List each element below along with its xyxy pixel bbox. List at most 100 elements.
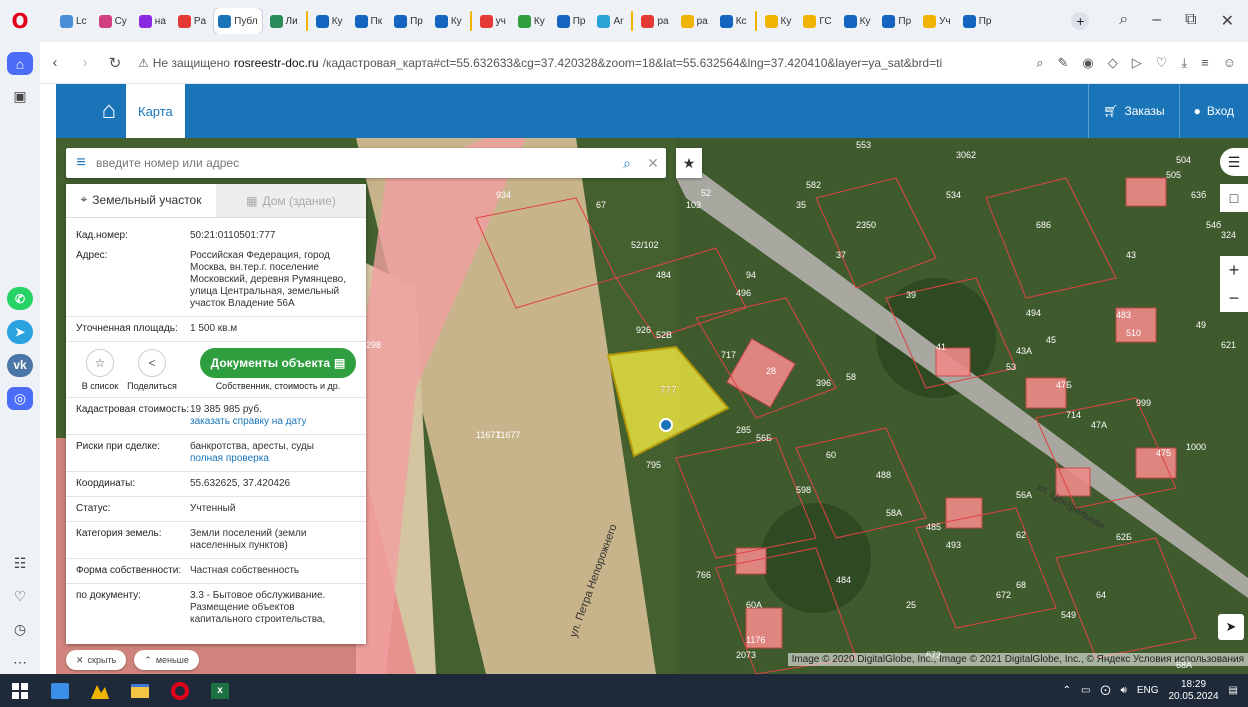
browser-tab[interactable]: Пк — [351, 8, 387, 34]
field-label: Кад.номер: — [76, 230, 128, 241]
heart-icon[interactable]: ♡ — [1156, 55, 1168, 71]
browser-tab[interactable]: Cy — [95, 8, 131, 34]
site-home-icon[interactable]: ⌂ — [56, 84, 126, 138]
browser-tab[interactable]: Pa — [174, 8, 210, 34]
cadastral-map[interactable]: 93452Б671035252/1024849449692652В7172839… — [56, 138, 1248, 674]
profile-icon[interactable]: ☺ — [1223, 55, 1236, 71]
tab-label: Уч — [939, 15, 951, 27]
browser-tab[interactable]: Ли — [266, 8, 302, 34]
clock[interactable]: 18:29 20.05.2024 — [1168, 679, 1218, 703]
browser-tab[interactable]: уч — [476, 8, 510, 34]
favorites-icon[interactable]: ♡ — [7, 585, 33, 608]
chevron-up-icon[interactable]: ⌃ — [1063, 685, 1071, 696]
star-icon[interactable]: ★ — [676, 148, 702, 178]
add-to-list-button[interactable]: ☆ В список — [74, 348, 126, 391]
browser-tab[interactable]: Lc — [56, 8, 91, 34]
forward-icon[interactable]: › — [70, 54, 100, 71]
to-list-label: В список — [81, 380, 119, 391]
chart-app-icon[interactable] — [80, 674, 120, 707]
layers-icon[interactable]: ☰ — [1220, 148, 1248, 176]
browser-tab[interactable]: Ку — [312, 8, 347, 34]
restore-icon[interactable]: ⧉ — [1185, 11, 1196, 31]
workspace-icon[interactable]: ▣ — [7, 85, 33, 108]
search-tabs-icon[interactable]: ⌕ — [1119, 11, 1128, 31]
browser-tab[interactable]: Пр — [878, 8, 915, 34]
back-icon[interactable]: ‹ — [40, 54, 70, 71]
browser-tab[interactable]: Пр — [959, 8, 996, 34]
field-label: Адрес: — [76, 250, 108, 261]
edit-icon[interactable]: ✎ — [1057, 55, 1068, 71]
close-icon[interactable]: ✕ — [1221, 11, 1234, 31]
tab-land-plot[interactable]: ⌖ Земельный участок — [66, 184, 216, 217]
browser-tab[interactable]: Ку — [761, 8, 796, 34]
minimize-icon[interactable]: – — [1152, 11, 1161, 31]
tab-house[interactable]: ▦ Дом (здание) — [216, 184, 366, 217]
browser-tab[interactable]: Пр — [553, 8, 590, 34]
telegram-icon[interactable]: ➤ — [7, 320, 33, 344]
browser-tab[interactable]: Ку — [514, 8, 549, 34]
menu-icon[interactable]: ≡ — [66, 154, 96, 172]
browser-tab[interactable]: ГС — [799, 8, 835, 34]
wifi-icon[interactable]: ⨀ — [1101, 685, 1111, 696]
close-icon[interactable]: ✕ — [640, 155, 666, 172]
hide-panel-button[interactable]: ✕ скрыть — [66, 650, 127, 670]
search-icon[interactable]: ⌕ — [614, 155, 640, 172]
browser-tab[interactable]: ра — [677, 8, 712, 34]
panel-toggle-buttons: ✕ скрыть ⌃ меньше — [66, 650, 199, 670]
zoom-in-icon[interactable]: + — [1220, 256, 1248, 284]
cadastral-number[interactable]: 50:21:0110501:777 — [190, 230, 356, 242]
parcel-number: 510 — [1126, 328, 1141, 338]
browser-tab[interactable]: Уч — [919, 8, 955, 34]
fullscreen-icon[interactable]: □ — [1220, 184, 1248, 212]
camera-icon[interactable]: ◉ — [1082, 55, 1093, 71]
browser-tab[interactable]: Кс — [716, 8, 751, 34]
network-app-icon[interactable] — [40, 674, 80, 707]
zoom-out-icon[interactable]: − — [1220, 284, 1248, 312]
start-icon[interactable] — [0, 674, 40, 707]
locate-icon[interactable]: ➤ — [1218, 614, 1244, 640]
nav-map-tab[interactable]: Карта — [126, 84, 185, 138]
order-certificate-link[interactable]: заказать справку на дату — [190, 416, 307, 427]
browser-tab[interactable]: Ку — [431, 8, 466, 34]
browser-tab[interactable]: Публ — [214, 8, 262, 34]
download-icon[interactable]: ⤓ — [1181, 55, 1187, 71]
opera-logo-icon[interactable]: O — [0, 0, 40, 42]
search-icon[interactable]: ⌕ — [1036, 55, 1043, 71]
collapse-panel-button[interactable]: ⌃ меньше — [134, 650, 199, 670]
opera-taskbar-icon[interactable] — [160, 674, 200, 707]
menu-icon[interactable]: ≡ — [1201, 55, 1209, 71]
search-input[interactable] — [96, 156, 614, 170]
tab-favicon-icon — [218, 14, 232, 28]
home-icon[interactable]: ⌂ — [7, 52, 33, 76]
browser-tab[interactable]: Ar — [593, 8, 627, 34]
new-tab-button[interactable]: + — [1071, 12, 1090, 30]
parcel-number: 53 — [1006, 362, 1016, 372]
close-icon: ✕ — [76, 654, 84, 665]
object-documents-button[interactable]: Документы объекта ▤ — [200, 348, 356, 378]
orders-button[interactable]: 🛒︎ Заказы — [1088, 84, 1178, 138]
full-check-link[interactable]: полная проверка — [190, 453, 269, 464]
share-button[interactable]: < Поделиться — [126, 348, 178, 391]
play-icon[interactable]: ▷ — [1132, 55, 1142, 71]
reload-icon[interactable]: ↻ — [100, 54, 130, 72]
volume-icon[interactable]: 🔊︎ — [1121, 685, 1127, 696]
url-field[interactable]: ⚠ Не защищено rosreestr-doc.ru/кадастров… — [130, 56, 1036, 70]
vk-icon[interactable]: vk — [7, 353, 33, 377]
notifications-icon[interactable]: ▤ — [1229, 685, 1238, 696]
history-icon[interactable]: ◷ — [7, 618, 33, 641]
more-icon[interactable]: ⋯ — [7, 651, 33, 674]
aria-icon[interactable]: ◎ — [7, 386, 33, 410]
browser-tab[interactable]: на — [135, 8, 170, 34]
language-indicator[interactable]: ENG — [1137, 685, 1159, 696]
browser-tab[interactable]: Пр — [390, 8, 427, 34]
login-button[interactable]: ● Вход — [1178, 84, 1248, 138]
file-explorer-icon[interactable] — [120, 674, 160, 707]
whatsapp-icon[interactable]: ✆ — [7, 287, 33, 311]
browser-tab[interactable]: Ку — [840, 8, 875, 34]
excel-icon[interactable]: x — [200, 674, 240, 707]
shield-icon[interactable]: ◇ — [1108, 55, 1118, 71]
apps-grid-icon[interactable]: ☷ — [7, 551, 33, 574]
battery-icon[interactable]: ▭ — [1081, 685, 1090, 696]
browser-tab[interactable]: ра — [637, 8, 672, 34]
parcel-number: 475 — [1156, 448, 1171, 458]
